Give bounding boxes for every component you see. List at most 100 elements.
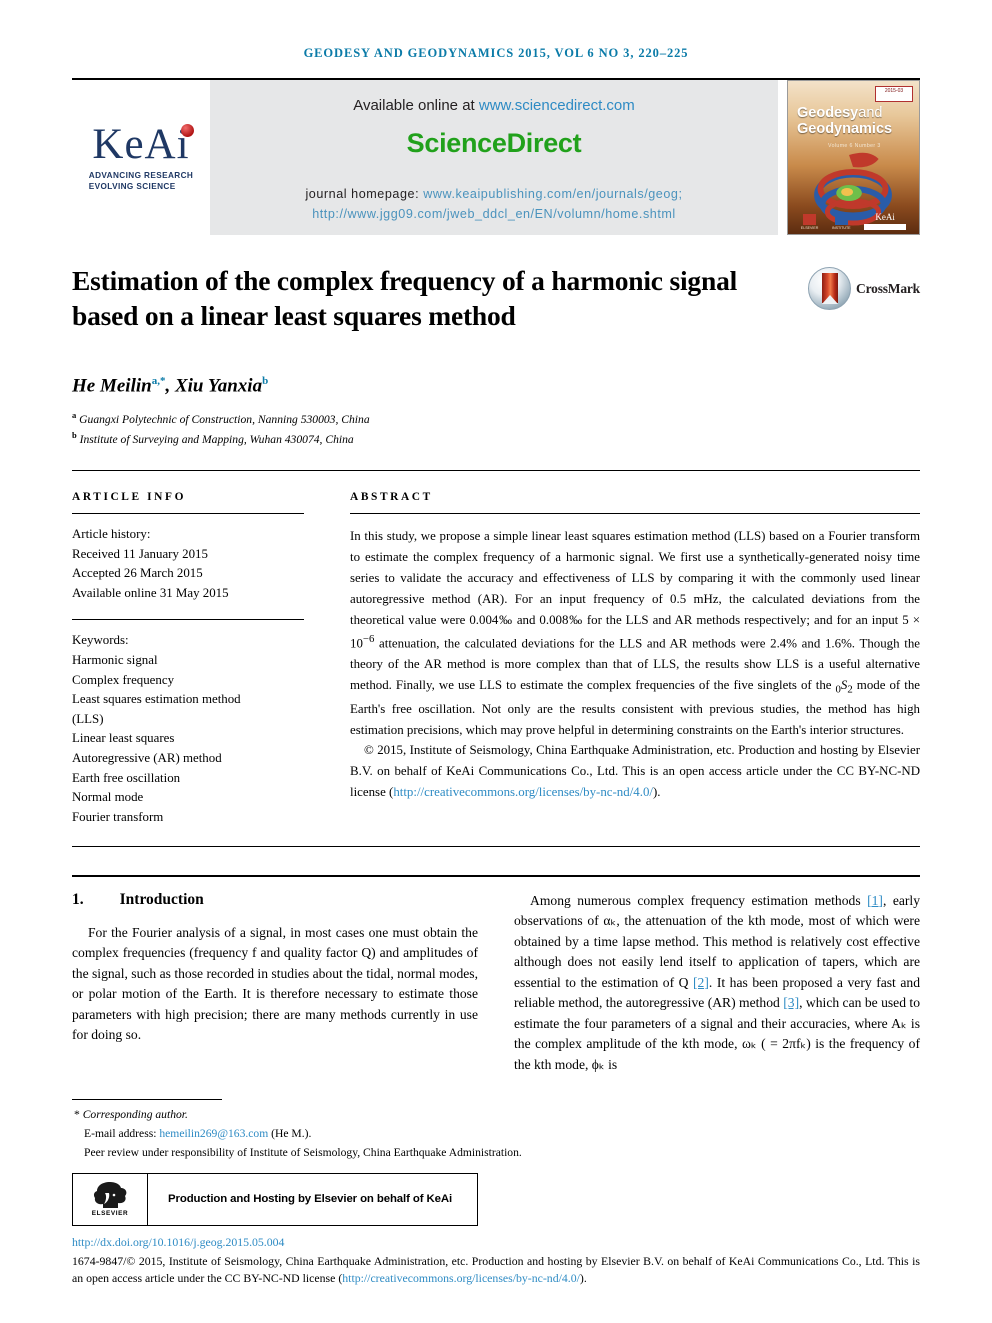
- keyword-item: Autoregressive (AR) method: [72, 751, 222, 766]
- article-info-column: ARTICLE INFO Article history: Received 1…: [72, 491, 304, 828]
- author-1-affiliation-marker[interactable]: a,*: [152, 375, 166, 387]
- body-top-rule: [72, 874, 920, 877]
- available-online-line: Available online at www.sciencedirect.co…: [353, 97, 635, 114]
- article-history-label: Article history:: [72, 526, 151, 541]
- journal-homepage-link-2[interactable]: http://www.jgg09.com/jweb_ddcl_en/EN/vol…: [312, 207, 676, 221]
- sciencedirect-logo: ScienceDirect: [406, 128, 582, 158]
- article-history: Article history: Received 11 January 201…: [72, 525, 304, 603]
- abstract-paragraph-2: © 2015, Institute of Seismology, China E…: [350, 740, 920, 803]
- cover-issue-badge: 2015-03: [875, 86, 913, 102]
- section-number: 1.: [72, 890, 84, 908]
- journal-masthead: KeAi ADVANCING RESEARCH EVOLVING SCIENCE…: [72, 80, 920, 235]
- keai-tagline-line1: ADVANCING RESEARCH: [88, 170, 194, 180]
- abstract-bottom-rule: [72, 845, 920, 847]
- affiliation-a-text: Guangxi Polytechnic of Construction, Nan…: [79, 412, 370, 426]
- article-title-block: Estimation of the complex frequency of a…: [72, 263, 920, 450]
- author-2-affiliation-marker[interactable]: b: [262, 375, 268, 387]
- hosting-text: Production and Hosting by Elsevier on be…: [168, 1193, 453, 1205]
- keyword-item: Earth free oscillation: [72, 770, 181, 785]
- cover-footer-logos: ELSEVIER INSTITUTE KeAi: [788, 212, 919, 230]
- author-name-2: Xiu Yanxia: [174, 375, 263, 397]
- journal-homepage-block: journal homepage: www.keaipublishing.com…: [305, 185, 682, 224]
- author-list: He Meilina,*, Xiu Yanxiab: [72, 375, 269, 397]
- history-accepted: Accepted 26 March 2015: [72, 566, 203, 581]
- section-heading-introduction: 1. Introduction: [72, 891, 478, 909]
- abstract-rule: [350, 512, 920, 514]
- abstract-text-b: attenuation, the calculated deviations f…: [350, 635, 920, 692]
- copyright-license-link[interactable]: http://creativecommons.org/licenses/by-n…: [342, 1271, 580, 1285]
- affiliation-b: b Institute of Surveying and Mapping, Wu…: [72, 429, 920, 450]
- peer-review-note: Peer review under responsibility of Inst…: [84, 1145, 522, 1159]
- keai-tagline: ADVANCING RESEARCH EVOLVING SCIENCE: [89, 170, 193, 192]
- email-label: E-mail address:: [84, 1126, 157, 1140]
- abstract-text-a: In this study, we propose a simple linea…: [350, 528, 920, 650]
- crossmark-badge[interactable]: CrossMark: [808, 267, 920, 310]
- keyword-item: Least squares estimation method: [72, 692, 241, 707]
- email-suffix: (He M.).: [271, 1126, 312, 1140]
- abstract-exponent: −6: [362, 632, 375, 645]
- journal-homepage-label: journal homepage:: [305, 187, 420, 201]
- abstract-column: ABSTRACT In this study, we propose a sim…: [350, 491, 920, 828]
- page-title: Estimation of the complex frequency of a…: [72, 265, 738, 332]
- email-link[interactable]: hemeilin269@163.com: [159, 1127, 268, 1140]
- cover-title-line1: Geodesy: [797, 105, 859, 121]
- history-received: Received 11 January 2015: [72, 546, 208, 561]
- elsevier-logo: ELSEVIER: [73, 1173, 148, 1225]
- history-available-online: Available online 31 May 2015: [72, 585, 229, 600]
- body-column-right: Among numerous complex frequency estimat…: [514, 891, 920, 1076]
- footnote-rule: [72, 1099, 222, 1101]
- affiliation-b-marker: b: [72, 430, 77, 441]
- keyword-item: Harmonic signal: [72, 653, 158, 668]
- affiliation-a-marker: a: [72, 409, 77, 420]
- copyright-end: ).: [579, 1271, 587, 1286]
- abstract-top-rule: [72, 469, 920, 471]
- cover-title-and: and: [858, 105, 883, 121]
- running-head: GEODESY AND GEODYNAMICS 2015, VOL 6 NO 3…: [303, 46, 689, 60]
- copyright-statement: 1674-9847/© 2015, Institute of Seismolog…: [72, 1253, 920, 1288]
- cover-logo-elsevier: ELSEVIER: [801, 214, 818, 230]
- elsevier-wordmark: ELSEVIER: [91, 1210, 129, 1217]
- keyword-item: Linear least squares: [72, 731, 175, 746]
- footnote-block: * Corresponding author. E-mail address: …: [72, 1106, 920, 1162]
- abstract-heading: ABSTRACT: [350, 490, 433, 503]
- journal-cover-thumbnail: 2015-03 Geodesyand Geodynamics Volume 6 …: [787, 80, 920, 235]
- asterisk-icon: *: [74, 1108, 80, 1122]
- cover-title-line2: Geodynamics: [797, 121, 893, 138]
- keyword-item: Complex frequency: [72, 672, 175, 687]
- sciencedirect-link[interactable]: www.sciencedirect.com: [479, 97, 635, 114]
- cover-logo-institute: INSTITUTE: [832, 214, 851, 230]
- abstract-body: In this study, we propose a simple linea…: [350, 526, 920, 803]
- body-column-left: 1. Introduction For the Fourier analysis…: [72, 891, 478, 1076]
- cover-logo-keai: KeAi: [864, 212, 907, 230]
- cover-title: Geodesyand Geodynamics: [797, 105, 892, 137]
- keai-wordmark: KeAi: [92, 120, 190, 168]
- cc-license-link[interactable]: http://creativecommons.org/licenses/by-n…: [393, 785, 653, 799]
- doi-link[interactable]: http://dx.doi.org/10.1016/j.geog.2015.05…: [72, 1235, 920, 1250]
- info-abstract-region: ARTICLE INFO Article history: Received 1…: [72, 491, 920, 828]
- keai-red-dot-icon: [180, 123, 194, 137]
- corresponding-author-note: * Corresponding author.: [74, 1106, 920, 1125]
- keyword-item: Fourier transform: [72, 809, 164, 824]
- author-name-1: He Meilin: [72, 375, 152, 397]
- masthead-center-panel: Available online at www.sciencedirect.co…: [210, 80, 778, 235]
- crossmark-label: CrossMark: [856, 280, 920, 296]
- citation-ref-1[interactable]: [1]: [867, 893, 883, 908]
- email-note: E-mail address: hemeilin269@163.com (He …: [84, 1125, 920, 1144]
- elsevier-tree-icon: [93, 1182, 127, 1208]
- intro-paragraph-right: Among numerous complex frequency estimat…: [514, 891, 920, 1076]
- keywords-list: Keywords: Harmonic signal Complex freque…: [72, 631, 304, 827]
- abstract-paragraph-1: In this study, we propose a simple linea…: [350, 526, 920, 740]
- affiliation-b-text: Institute of Surveying and Mapping, Wuha…: [79, 433, 354, 447]
- corresponding-author-text: Corresponding author.: [82, 1108, 188, 1122]
- article-info-heading: ARTICLE INFO: [72, 490, 187, 503]
- keai-publisher-logo: KeAi ADVANCING RESEARCH EVOLVING SCIENCE: [72, 80, 210, 235]
- citation-ref-3[interactable]: [3]: [783, 995, 799, 1010]
- affiliation-list: a Guangxi Polytechnic of Construction, N…: [72, 409, 920, 450]
- keyword-item: (LLS): [72, 711, 104, 726]
- affiliation-a: a Guangxi Polytechnic of Construction, N…: [72, 409, 920, 430]
- citation-ref-2[interactable]: [2]: [693, 975, 709, 990]
- journal-homepage-link-1[interactable]: www.keaipublishing.com/en/journals/geog;: [423, 187, 682, 201]
- abstract-copyright-end: ).: [652, 785, 661, 800]
- keywords-rule: [72, 619, 304, 621]
- available-online-label: Available online at: [353, 97, 475, 114]
